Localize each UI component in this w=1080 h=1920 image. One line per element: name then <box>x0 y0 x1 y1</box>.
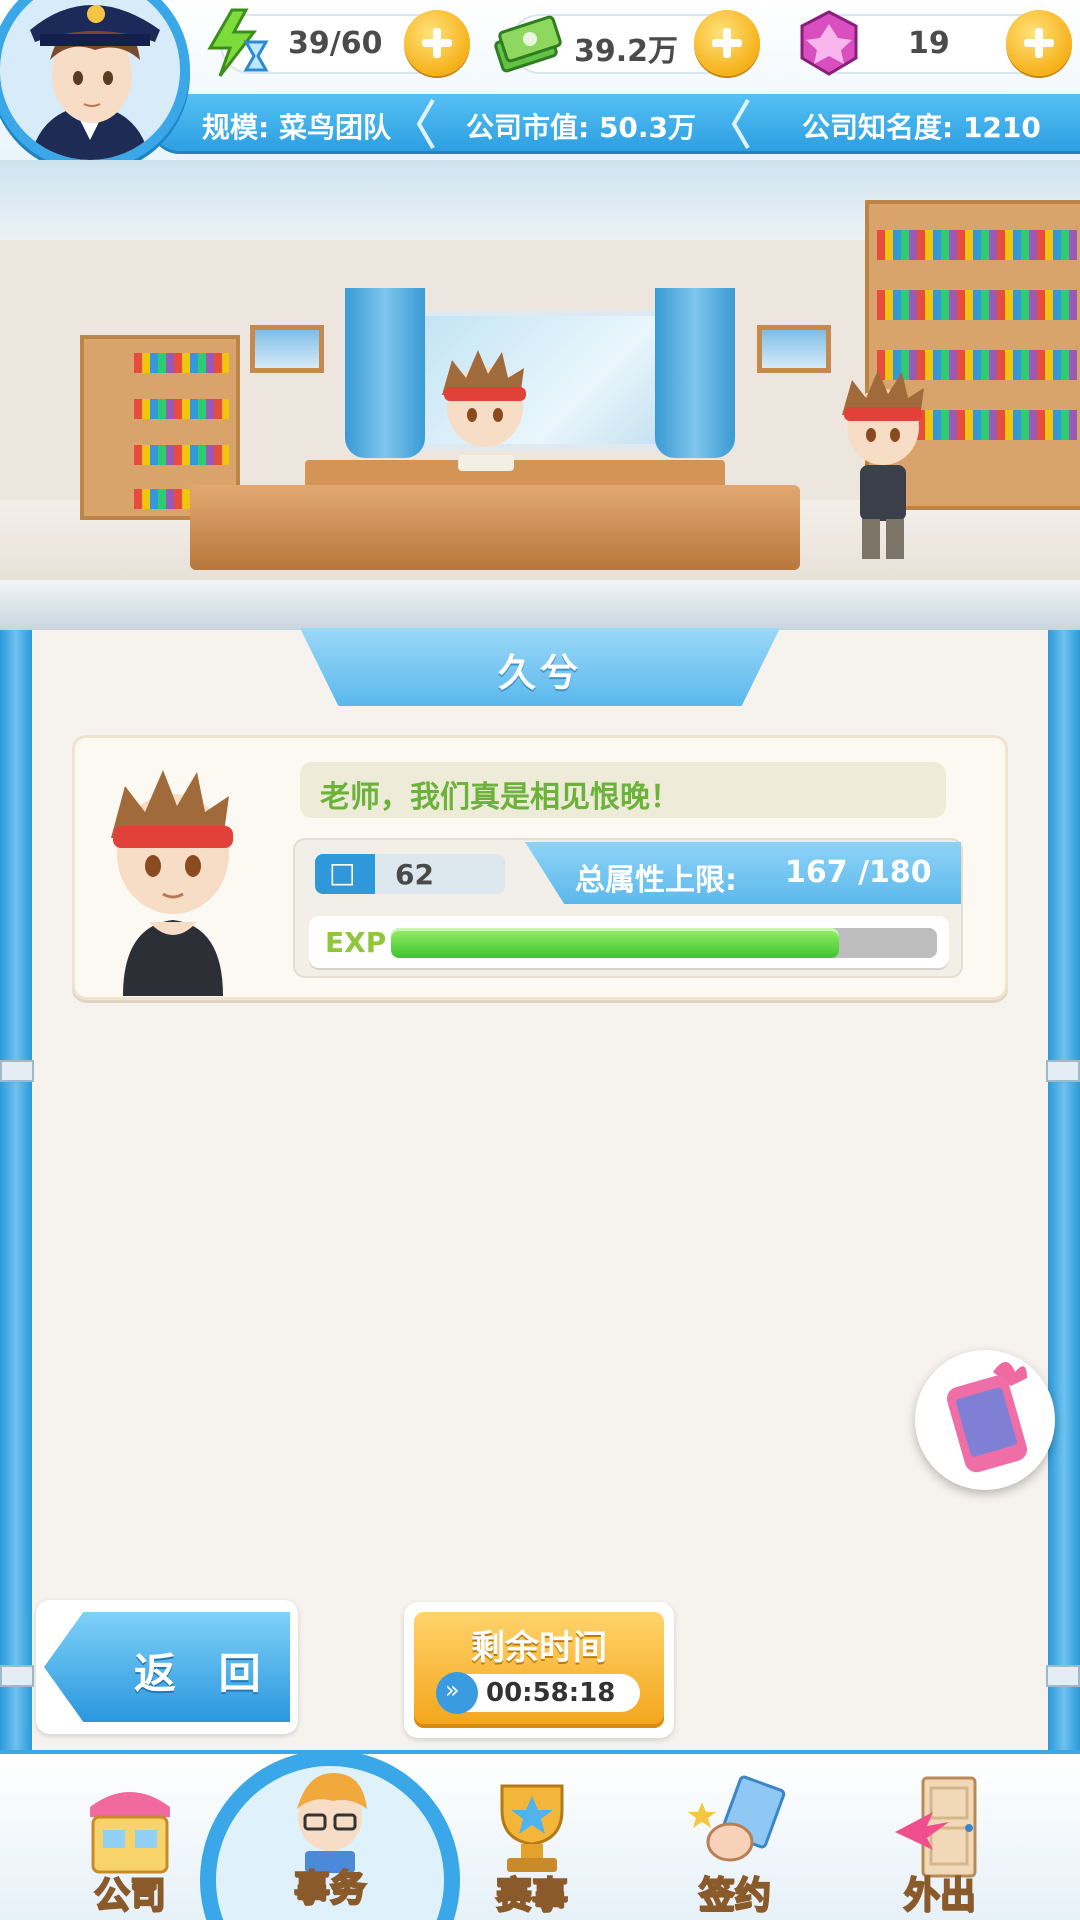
gem-counter: 19 <box>800 10 1072 76</box>
add-money-button[interactable] <box>694 10 760 76</box>
separator-chevron-icon <box>731 98 750 150</box>
nav-label-company: 公司 <box>93 1874 167 1917</box>
money-counter: 39.2万 <box>494 10 760 76</box>
frame-notch <box>0 1060 34 1082</box>
exp-bar: EXP <box>309 916 949 970</box>
company-market-value: 公司市值: 50.3万 <box>466 111 697 144</box>
dialogue-text: 老师，我们真是相见恨晚！ <box>320 780 680 815</box>
wall-painting <box>757 325 831 373</box>
remaining-time-value: 00:58:18 <box>486 1678 616 1708</box>
panel-frame-left <box>0 630 32 1750</box>
nav-label-affairs: 事务 <box>293 1867 367 1910</box>
company-fame: 公司知名度: 1210 <box>802 111 1041 144</box>
back-button-arrow: 返 回 <box>44 1612 290 1722</box>
character-name: 久兮 <box>497 651 582 695</box>
character-info-box: □ 62 总属性上限: 167 /180 EXP <box>293 838 963 978</box>
nav-item-company[interactable]: 公司 <box>55 1772 205 1920</box>
gem-icon <box>800 10 858 76</box>
add-stamina-button[interactable] <box>404 10 470 76</box>
nav-label-events: 赛事 <box>495 1874 569 1917</box>
attribute-cap-label: 总属性上限: <box>575 863 737 898</box>
pink-phone-icon <box>946 1362 1028 1473</box>
nav-item-affairs[interactable]: 事务 <box>255 1765 405 1915</box>
money-value: 39.2万 <box>574 34 679 69</box>
stamina-value: 39/60 <box>288 26 383 61</box>
curtain-right <box>655 288 735 458</box>
remaining-time-title: 剩余时间 <box>471 1628 607 1668</box>
captain-portrait-icon <box>0 0 180 160</box>
remaining-time-pill: » 00:58:18 <box>436 1672 640 1714</box>
character-name-tab: 久兮 <box>300 628 780 706</box>
level-icon: □ <box>315 854 375 894</box>
curtain-left <box>345 288 425 458</box>
office-scene <box>0 160 1080 580</box>
back-button[interactable]: 返 回 <box>36 1600 298 1734</box>
company-stats-bar: 规模: 菜鸟团队 公司市值: 50.3万 公司知名度: 1210 <box>150 94 1080 154</box>
nav-label-outing: 外出 <box>903 1874 977 1917</box>
level-value: 62 <box>395 858 434 891</box>
remaining-time-button[interactable]: 剩余时间 » 00:58:18 <box>404 1602 674 1738</box>
separator-chevron-icon <box>416 98 435 150</box>
exp-track <box>391 928 937 958</box>
fast-forward-icon: » <box>436 1672 478 1714</box>
add-gem-button[interactable] <box>1006 10 1072 76</box>
trainee-character-sitting <box>442 350 526 471</box>
company-scale: 规模: 菜鸟团队 <box>202 111 391 144</box>
trainee-character-standing <box>842 370 924 559</box>
exp-fill <box>391 928 839 958</box>
frame-notch <box>0 1665 34 1687</box>
cash-icon <box>494 15 562 73</box>
avatar <box>0 0 180 160</box>
top-resource-bar: 39/60 39.2万 19 规模: 菜鸟团队 公司市值: 50.3万 公司知名… <box>0 0 1080 170</box>
attribute-cap-value: 167 /180 <box>785 855 932 890</box>
phone-button[interactable] <box>915 1350 1055 1490</box>
character-card: 老师，我们真是相见恨晚！ □ 62 总属性上限: 167 /180 EXP <box>72 735 1008 1000</box>
nav-item-contract[interactable]: 签约 <box>660 1772 810 1920</box>
attribute-cap-bar: 总属性上限: 167 /180 <box>525 842 961 904</box>
character-portrait <box>111 770 233 996</box>
remaining-time-panel: 剩余时间 » 00:58:18 <box>414 1612 664 1728</box>
scene-divider-rail <box>0 580 1080 630</box>
level-box: □ 62 <box>315 854 505 894</box>
stamina-counter: 39/60 <box>207 8 470 77</box>
desk-front <box>190 485 800 570</box>
nav-item-outing[interactable]: 外出 <box>865 1772 1015 1920</box>
exp-label: EXP <box>325 926 387 959</box>
panel-frame-right <box>1048 630 1080 1750</box>
back-button-label: 返 回 <box>134 1649 275 1698</box>
level-icon-glyph: □ <box>329 856 356 889</box>
gem-value: 19 <box>908 26 950 61</box>
nav-label-contract: 签约 <box>698 1874 772 1917</box>
nav-item-events[interactable]: 赛事 <box>457 1772 607 1920</box>
stamina-icon <box>207 8 269 77</box>
dialogue-bubble: 老师，我们真是相见恨晚！ <box>300 762 946 818</box>
frame-notch <box>1046 1665 1080 1687</box>
frame-notch <box>1046 1060 1080 1082</box>
wall-painting <box>250 325 324 373</box>
